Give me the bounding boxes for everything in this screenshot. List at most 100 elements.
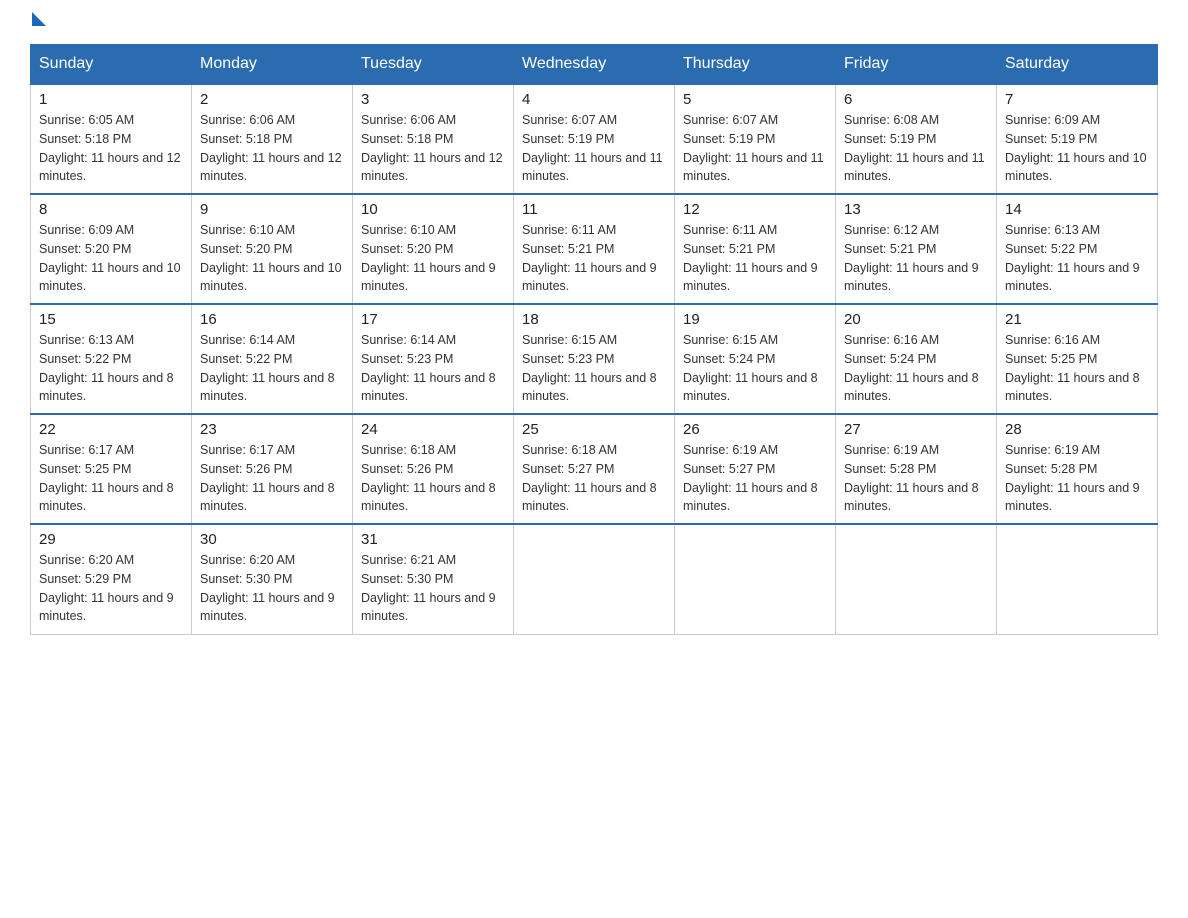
day-info: Sunrise: 6:18 AMSunset: 5:27 PMDaylight:… xyxy=(522,441,666,516)
day-number: 22 xyxy=(39,421,183,438)
day-number: 28 xyxy=(1005,421,1149,438)
calendar-cell: 24 Sunrise: 6:18 AMSunset: 5:26 PMDayligh… xyxy=(353,414,514,524)
calendar-header-sunday: Sunday xyxy=(31,45,192,85)
day-number: 10 xyxy=(361,201,505,218)
day-number: 19 xyxy=(683,311,827,328)
calendar-cell: 11 Sunrise: 6:11 AMSunset: 5:21 PMDayligh… xyxy=(514,194,675,304)
day-number: 12 xyxy=(683,201,827,218)
calendar-header-friday: Friday xyxy=(836,45,997,85)
day-number: 9 xyxy=(200,201,344,218)
day-info: Sunrise: 6:13 AMSunset: 5:22 PMDaylight:… xyxy=(39,331,183,406)
calendar-week-row: 8Sunrise: 6:09 AMSunset: 5:20 PMDaylight… xyxy=(31,194,1158,304)
day-number: 24 xyxy=(361,421,505,438)
calendar-cell: 15 Sunrise: 6:13 AMSunset: 5:22 PMDayligh… xyxy=(31,304,192,414)
day-info: Sunrise: 6:19 AMSunset: 5:27 PMDaylight:… xyxy=(683,441,827,516)
calendar-cell: 5 Sunrise: 6:07 AMSunset: 5:19 PMDaylight… xyxy=(675,84,836,194)
calendar-cell: 26 Sunrise: 6:19 AMSunset: 5:27 PMDayligh… xyxy=(675,414,836,524)
calendar-cell: 14 Sunrise: 6:13 AMSunset: 5:22 PMDayligh… xyxy=(997,194,1158,304)
day-number: 14 xyxy=(1005,201,1149,218)
day-info: Sunrise: 6:19 AMSunset: 5:28 PMDaylight:… xyxy=(844,441,988,516)
day-info: Sunrise: 6:06 AMSunset: 5:18 PMDaylight:… xyxy=(200,111,344,186)
day-number: 5 xyxy=(683,91,827,108)
day-number: 13 xyxy=(844,201,988,218)
calendar-week-row: 29 Sunrise: 6:20 AMSunset: 5:29 PMDayligh… xyxy=(31,524,1158,634)
day-info: Sunrise: 6:06 AMSunset: 5:18 PMDaylight:… xyxy=(361,111,505,186)
day-number: 21 xyxy=(1005,311,1149,328)
calendar-cell: 30 Sunrise: 6:20 AMSunset: 5:30 PMDayligh… xyxy=(192,524,353,634)
calendar-cell: 19 Sunrise: 6:15 AMSunset: 5:24 PMDayligh… xyxy=(675,304,836,414)
calendar-header-thursday: Thursday xyxy=(675,45,836,85)
calendar-header-row: SundayMondayTuesdayWednesdayThursdayFrid… xyxy=(31,45,1158,85)
day-info: Sunrise: 6:19 AMSunset: 5:28 PMDaylight:… xyxy=(1005,441,1149,516)
day-number: 7 xyxy=(1005,91,1149,108)
day-number: 23 xyxy=(200,421,344,438)
calendar-cell: 4Sunrise: 6:07 AMSunset: 5:19 PMDaylight… xyxy=(514,84,675,194)
calendar-cell: 20Sunrise: 6:16 AMSunset: 5:24 PMDayligh… xyxy=(836,304,997,414)
day-info: Sunrise: 6:08 AMSunset: 5:19 PMDaylight:… xyxy=(844,111,988,186)
calendar-cell: 17 Sunrise: 6:14 AMSunset: 5:23 PMDayligh… xyxy=(353,304,514,414)
calendar-cell: 10Sunrise: 6:10 AMSunset: 5:20 PMDayligh… xyxy=(353,194,514,304)
calendar-cell: 12 Sunrise: 6:11 AMSunset: 5:21 PMDayligh… xyxy=(675,194,836,304)
day-info: Sunrise: 6:11 AMSunset: 5:21 PMDaylight:… xyxy=(522,221,666,296)
day-info: Sunrise: 6:13 AMSunset: 5:22 PMDaylight:… xyxy=(1005,221,1149,296)
logo-text xyxy=(30,20,46,26)
calendar-cell: 25 Sunrise: 6:18 AMSunset: 5:27 PMDayligh… xyxy=(514,414,675,524)
calendar-cell: 28 Sunrise: 6:19 AMSunset: 5:28 PMDayligh… xyxy=(997,414,1158,524)
calendar-week-row: 15 Sunrise: 6:13 AMSunset: 5:22 PMDayligh… xyxy=(31,304,1158,414)
day-info: Sunrise: 6:15 AMSunset: 5:23 PMDaylight:… xyxy=(522,331,666,406)
calendar-header-tuesday: Tuesday xyxy=(353,45,514,85)
day-info: Sunrise: 6:17 AMSunset: 5:25 PMDaylight:… xyxy=(39,441,183,516)
day-info: Sunrise: 6:15 AMSunset: 5:24 PMDaylight:… xyxy=(683,331,827,406)
day-info: Sunrise: 6:11 AMSunset: 5:21 PMDaylight:… xyxy=(683,221,827,296)
calendar-header-monday: Monday xyxy=(192,45,353,85)
calendar-cell xyxy=(997,524,1158,634)
calendar-cell: 31 Sunrise: 6:21 AMSunset: 5:30 PMDayligh… xyxy=(353,524,514,634)
day-info: Sunrise: 6:20 AMSunset: 5:29 PMDaylight:… xyxy=(39,551,183,626)
day-info: Sunrise: 6:07 AMSunset: 5:19 PMDaylight:… xyxy=(683,111,827,186)
day-number: 25 xyxy=(522,421,666,438)
calendar-cell: 3 Sunrise: 6:06 AMSunset: 5:18 PMDaylight… xyxy=(353,84,514,194)
day-info: Sunrise: 6:14 AMSunset: 5:23 PMDaylight:… xyxy=(361,331,505,406)
calendar-cell: 8Sunrise: 6:09 AMSunset: 5:20 PMDaylight… xyxy=(31,194,192,304)
calendar-cell: 29 Sunrise: 6:20 AMSunset: 5:29 PMDayligh… xyxy=(31,524,192,634)
day-info: Sunrise: 6:16 AMSunset: 5:24 PMDaylight:… xyxy=(844,331,988,406)
calendar-cell: 18 Sunrise: 6:15 AMSunset: 5:23 PMDayligh… xyxy=(514,304,675,414)
day-info: Sunrise: 6:09 AMSunset: 5:20 PMDaylight:… xyxy=(39,221,183,296)
calendar-cell: 1Sunrise: 6:05 AMSunset: 5:18 PMDaylight… xyxy=(31,84,192,194)
day-number: 4 xyxy=(522,91,666,108)
calendar-week-row: 22 Sunrise: 6:17 AMSunset: 5:25 PMDayligh… xyxy=(31,414,1158,524)
day-number: 11 xyxy=(522,201,666,218)
day-info: Sunrise: 6:21 AMSunset: 5:30 PMDaylight:… xyxy=(361,551,505,626)
day-number: 29 xyxy=(39,531,183,548)
day-number: 26 xyxy=(683,421,827,438)
calendar-cell: 6Sunrise: 6:08 AMSunset: 5:19 PMDaylight… xyxy=(836,84,997,194)
calendar-cell: 22 Sunrise: 6:17 AMSunset: 5:25 PMDayligh… xyxy=(31,414,192,524)
day-number: 15 xyxy=(39,311,183,328)
calendar-table: SundayMondayTuesdayWednesdayThursdayFrid… xyxy=(30,44,1158,635)
calendar-cell: 7Sunrise: 6:09 AMSunset: 5:19 PMDaylight… xyxy=(997,84,1158,194)
calendar-cell: 2 Sunrise: 6:06 AMSunset: 5:18 PMDaylight… xyxy=(192,84,353,194)
logo-triangle-icon xyxy=(32,12,46,26)
day-number: 30 xyxy=(200,531,344,548)
day-number: 2 xyxy=(200,91,344,108)
day-number: 31 xyxy=(361,531,505,548)
day-number: 17 xyxy=(361,311,505,328)
day-number: 27 xyxy=(844,421,988,438)
day-info: Sunrise: 6:17 AMSunset: 5:26 PMDaylight:… xyxy=(200,441,344,516)
day-info: Sunrise: 6:16 AMSunset: 5:25 PMDaylight:… xyxy=(1005,331,1149,406)
day-number: 18 xyxy=(522,311,666,328)
calendar-cell: 23 Sunrise: 6:17 AMSunset: 5:26 PMDayligh… xyxy=(192,414,353,524)
day-info: Sunrise: 6:14 AMSunset: 5:22 PMDaylight:… xyxy=(200,331,344,406)
calendar-week-row: 1Sunrise: 6:05 AMSunset: 5:18 PMDaylight… xyxy=(31,84,1158,194)
day-info: Sunrise: 6:20 AMSunset: 5:30 PMDaylight:… xyxy=(200,551,344,626)
logo xyxy=(30,20,46,22)
day-number: 3 xyxy=(361,91,505,108)
calendar-cell: 21 Sunrise: 6:16 AMSunset: 5:25 PMDayligh… xyxy=(997,304,1158,414)
calendar-cell: 16Sunrise: 6:14 AMSunset: 5:22 PMDayligh… xyxy=(192,304,353,414)
day-info: Sunrise: 6:10 AMSunset: 5:20 PMDaylight:… xyxy=(200,221,344,296)
day-info: Sunrise: 6:18 AMSunset: 5:26 PMDaylight:… xyxy=(361,441,505,516)
calendar-cell: 9 Sunrise: 6:10 AMSunset: 5:20 PMDaylight… xyxy=(192,194,353,304)
day-info: Sunrise: 6:12 AMSunset: 5:21 PMDaylight:… xyxy=(844,221,988,296)
calendar-header-wednesday: Wednesday xyxy=(514,45,675,85)
calendar-cell: 27 Sunrise: 6:19 AMSunset: 5:28 PMDayligh… xyxy=(836,414,997,524)
